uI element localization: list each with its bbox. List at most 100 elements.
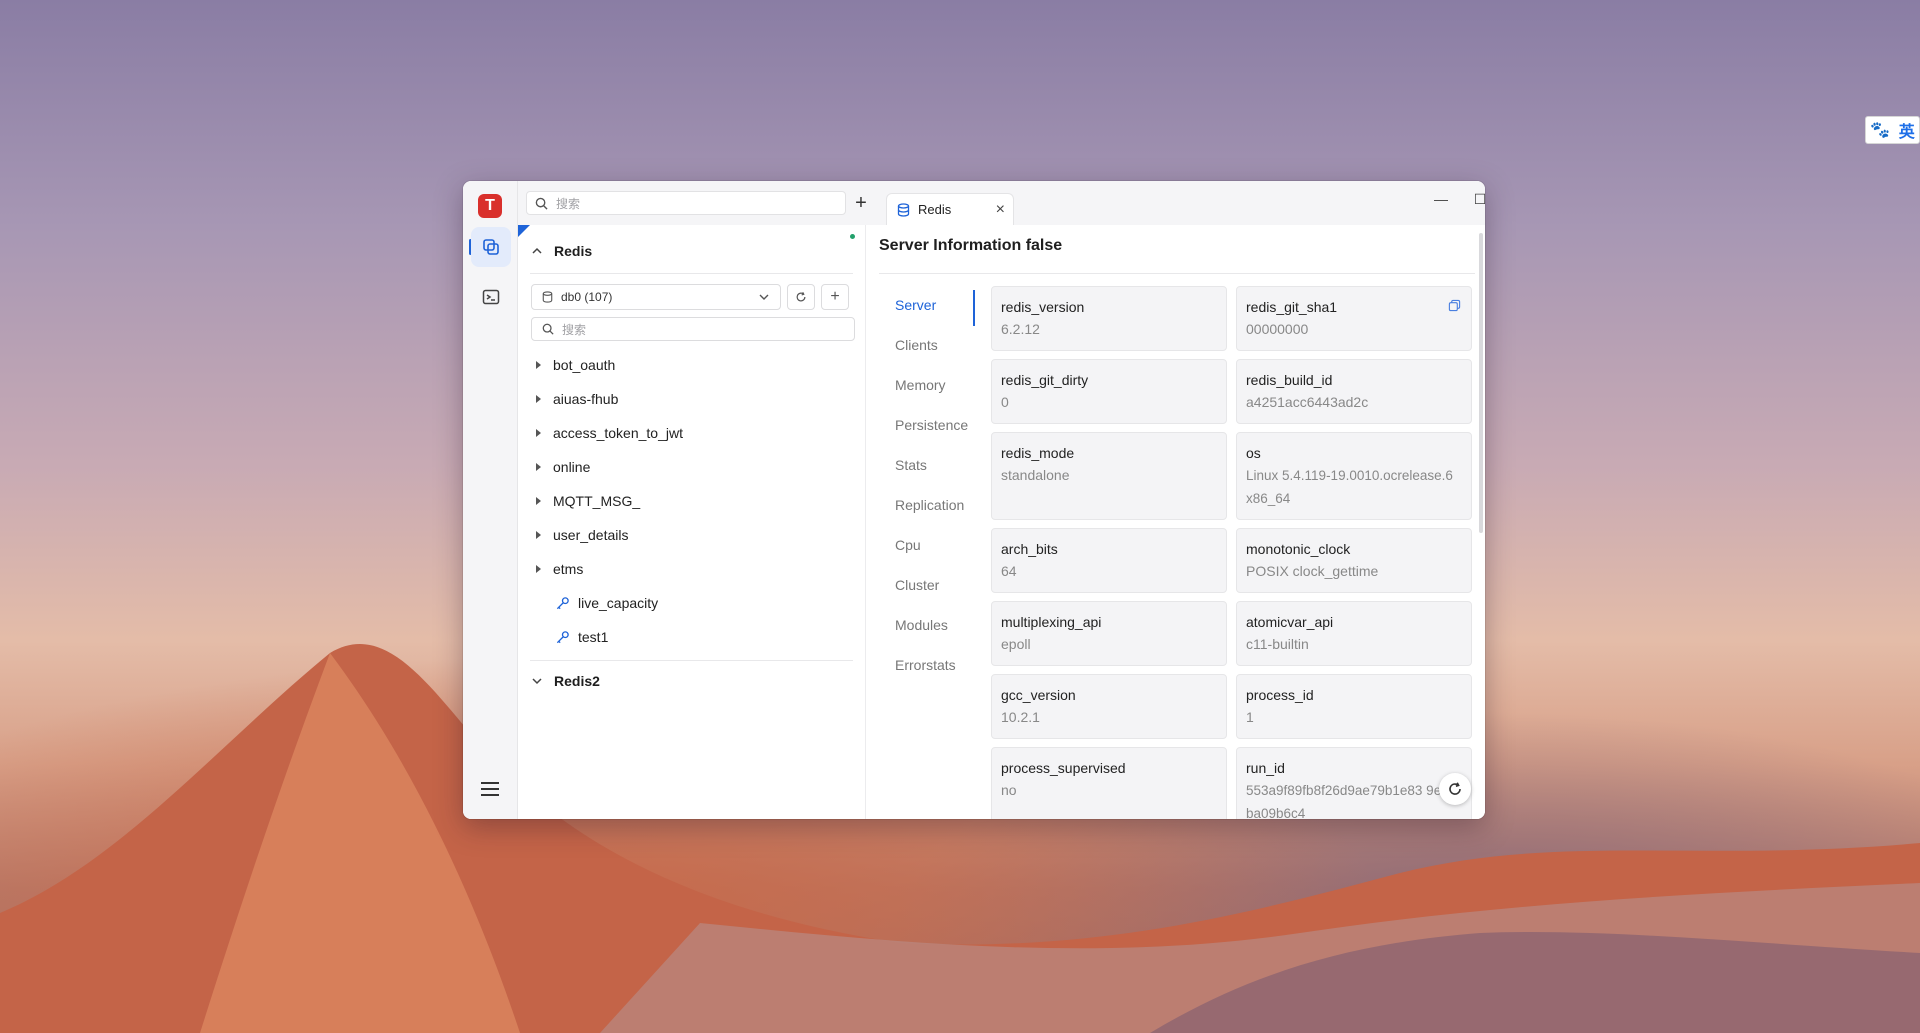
caret-right-icon: [536, 531, 541, 539]
tree-key[interactable]: live_capacity: [555, 589, 658, 617]
folder-label: access_token_to_jwt: [553, 425, 683, 441]
info-key: redis_mode: [1001, 445, 1075, 461]
connections-icon: [483, 239, 499, 255]
detail-scrollbar[interactable]: [1479, 233, 1483, 533]
info-key: redis_version: [1001, 299, 1085, 315]
section-stats[interactable]: Stats: [895, 445, 927, 485]
info-key: os: [1246, 445, 1261, 461]
caret-right-icon: [536, 565, 541, 573]
caret-right-icon: [536, 463, 541, 471]
tab-redis[interactable]: Redis ×: [886, 193, 1014, 225]
caret-right-icon: [536, 361, 541, 369]
section-server[interactable]: Server: [895, 285, 936, 325]
app-logo: T: [478, 194, 502, 218]
terminal-icon: [482, 289, 500, 305]
key-label: test1: [578, 629, 609, 645]
info-key: arch_bits: [1001, 541, 1058, 557]
minimize-button[interactable]: —: [1426, 189, 1456, 209]
info-value: no: [1001, 782, 1017, 798]
info-card: process_supervised no: [991, 747, 1227, 819]
info-cards: redis_version 6.2.12 redis_git_sha1 0000…: [991, 286, 1475, 819]
info-value: epoll: [1001, 636, 1031, 652]
database-icon: [542, 291, 553, 303]
panel-title: Server Information false: [879, 237, 1063, 254]
chevron-down-icon: [759, 294, 769, 300]
chevron-down-icon: [532, 678, 542, 685]
info-key: process_id: [1246, 687, 1314, 703]
new-connection-button[interactable]: +: [848, 191, 874, 215]
info-card: redis_version 6.2.12: [991, 286, 1227, 351]
info-card: atomicvar_api c11-builtin: [1236, 601, 1472, 666]
add-key-button[interactable]: +: [821, 284, 849, 310]
refresh-icon: [796, 292, 806, 302]
connection-redis2[interactable]: Redis2: [530, 667, 856, 695]
panel-corner-marker: [518, 225, 530, 237]
connection-label: Redis2: [554, 673, 600, 689]
chevron-up-icon: [532, 247, 542, 254]
section-replication[interactable]: Replication: [895, 485, 964, 525]
info-card: gcc_version 10.2.1: [991, 674, 1227, 739]
info-card: run_id 553a9f89fb8f26d9ae79b1e83 9eddba0…: [1236, 747, 1472, 819]
connection-label: Redis: [554, 243, 593, 259]
connections-button[interactable]: [471, 227, 511, 267]
maximize-button[interactable]: ☐: [1465, 189, 1485, 209]
info-card: monotonic_clock POSIX clock_gettime: [1236, 528, 1472, 593]
info-card: redis_git_sha1 00000000: [1236, 286, 1472, 351]
section-cpu[interactable]: Cpu: [895, 525, 921, 565]
paw-icon: 🐾: [1870, 122, 1891, 139]
tree-folder[interactable]: user_details: [530, 521, 629, 549]
ime-indicator[interactable]: 🐾 英: [1865, 116, 1920, 144]
folder-label: etms: [553, 561, 584, 577]
copy-icon[interactable]: [1448, 299, 1461, 312]
info-key: redis_build_id: [1246, 372, 1333, 388]
search-icon: [535, 197, 548, 210]
activity-bar: T: [463, 181, 518, 819]
info-key: atomicvar_api: [1246, 614, 1334, 630]
info-key: run_id: [1246, 760, 1285, 776]
refresh-info-button[interactable]: [1439, 773, 1471, 805]
info-value: 6.2.12: [1001, 321, 1040, 337]
menu-icon[interactable]: [478, 777, 502, 801]
info-card: multiplexing_api epoll: [991, 601, 1227, 666]
database-select[interactable]: db0 (107): [531, 284, 781, 310]
key-search-input[interactable]: 搜索: [531, 317, 855, 341]
global-search-input[interactable]: 搜索: [526, 191, 846, 215]
terminal-button[interactable]: [471, 277, 511, 317]
app-window: T 搜索 + Redis × — ☐ Redis db0 (107) + 搜索 …: [463, 181, 1485, 819]
folder-label: MQTT_MSG_: [553, 493, 641, 509]
key-icon: [556, 630, 569, 643]
info-card: arch_bits 64: [991, 528, 1227, 593]
info-key: gcc_version: [1001, 687, 1076, 703]
info-value: Linux 5.4.119-19.0010.ocrelease.6 x86_64: [1246, 468, 1453, 506]
search-placeholder: 搜索: [556, 196, 581, 211]
refresh-keys-button[interactable]: [787, 284, 815, 310]
server-info-panel: Server Information false Server Clients …: [867, 225, 1485, 819]
tree-folder[interactable]: bot_oauth: [530, 351, 615, 379]
search-icon: [542, 323, 554, 335]
key-label: live_capacity: [578, 595, 659, 611]
folder-label: aiuas-fhub: [553, 391, 619, 407]
connection-redis[interactable]: Redis: [530, 237, 856, 265]
refresh-icon: [1449, 782, 1461, 795]
title-bar: 搜索 + Redis × — ☐ ✕: [518, 181, 1485, 225]
section-cluster[interactable]: Cluster: [895, 565, 939, 605]
tree-folder[interactable]: etms: [530, 555, 583, 583]
folder-label: online: [553, 459, 591, 475]
section-errorstats[interactable]: Errorstats: [895, 645, 956, 685]
info-value: 64: [1001, 563, 1017, 579]
tree-folder[interactable]: MQTT_MSG_: [530, 487, 640, 515]
section-memory[interactable]: Memory: [895, 365, 946, 405]
info-value: standalone: [1001, 467, 1070, 483]
tab-close-button[interactable]: ×: [996, 202, 1005, 218]
info-value: 10.2.1: [1001, 709, 1040, 725]
tree-folder[interactable]: access_token_to_jwt: [530, 419, 683, 447]
database-icon: [897, 202, 910, 217]
info-key: multiplexing_api: [1001, 614, 1102, 630]
tree-folder[interactable]: online: [530, 453, 590, 481]
section-persistence[interactable]: Persistence: [895, 405, 968, 445]
section-clients[interactable]: Clients: [895, 325, 938, 365]
tree-folder[interactable]: aiuas-fhub: [530, 385, 618, 413]
tree-key[interactable]: test1: [555, 623, 608, 651]
section-modules[interactable]: Modules: [895, 605, 948, 645]
info-value: 00000000: [1246, 321, 1309, 337]
